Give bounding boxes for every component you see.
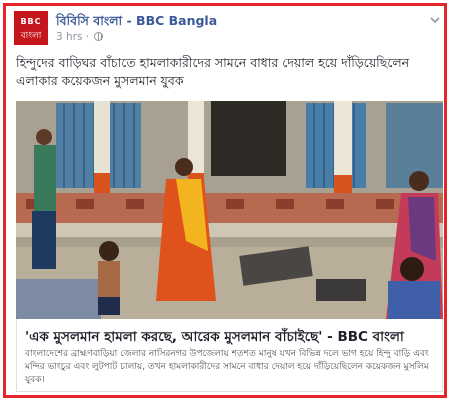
news-photo[interactable] (16, 101, 443, 319)
globe-icon (94, 32, 104, 41)
post-message: হিন্দুদের বাড়িঘর বাঁচাতে হামলাকারীদের স… (16, 55, 410, 88)
facebook-post-card: BBC বাংলা বিবিসি বাংলা - BBC Bangla 3 hr… (3, 3, 447, 398)
link-preview[interactable]: 'এক মুসলমান হামলা করছে, আরেক মুসলমান বাঁ… (16, 319, 443, 392)
chevron-down-icon[interactable] (428, 14, 442, 28)
page-name-link[interactable]: বিবিসি বাংলা - BBC Bangla (56, 13, 217, 33)
post-meta: 3 hrs · (56, 31, 104, 43)
bbc-bangla-logo[interactable]: BBC বাংলা (14, 11, 48, 45)
logo-text-bottom: বাংলা (20, 31, 42, 41)
logo-text-top: BBC (20, 17, 42, 26)
link-title[interactable]: 'এক মুসলমান হামলা করছে, আরেক মুসলমান বাঁ… (25, 326, 437, 349)
link-description: বাংলাদেশের ব্রাহ্মণবাড়িয়া জেলার নাসিরন… (25, 349, 429, 385)
post-header: BBC বাংলা বিবিসি বাংলা - BBC Bangla 3 hr… (14, 11, 442, 45)
post-timestamp[interactable]: 3 hrs · (56, 31, 89, 43)
